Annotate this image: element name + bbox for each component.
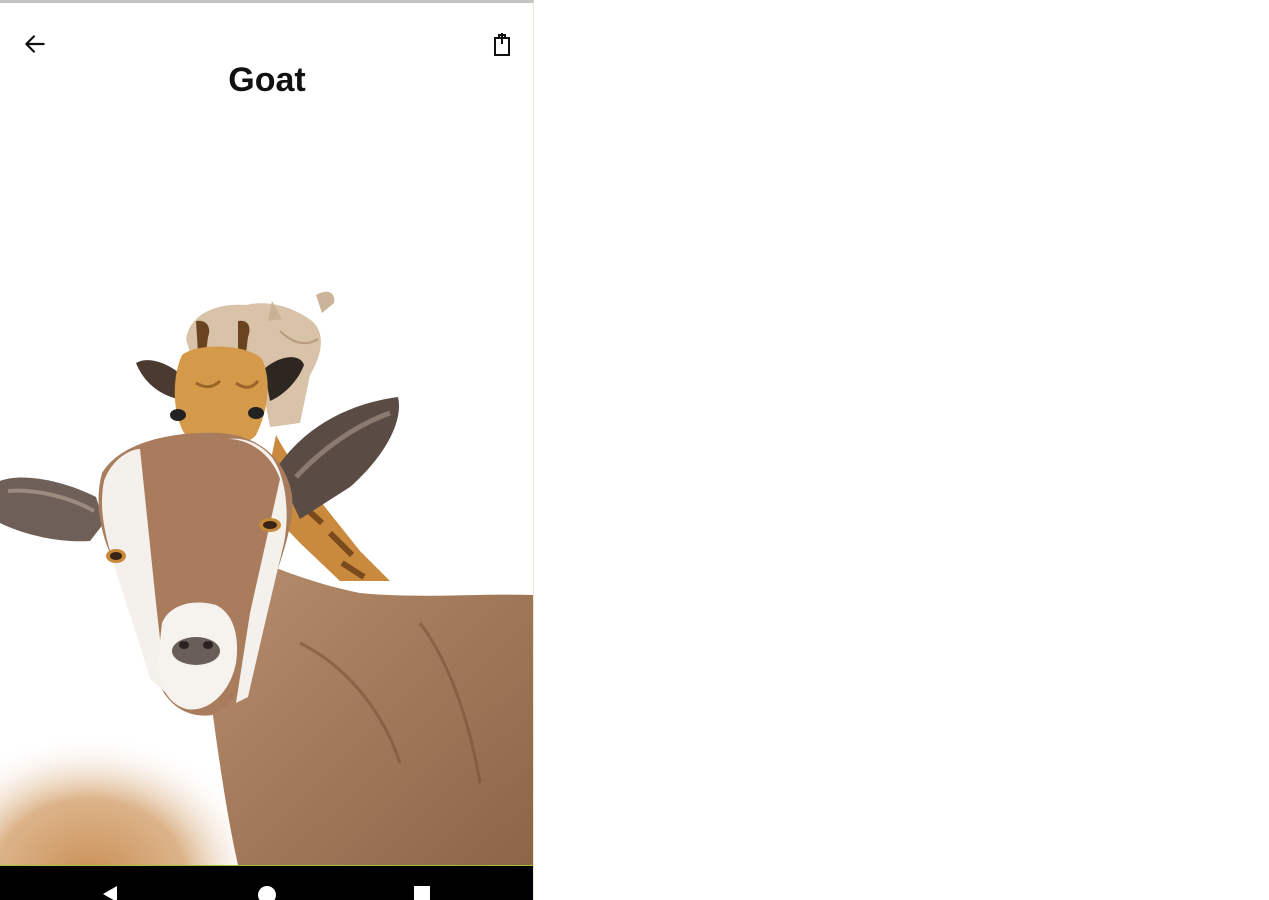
page-title: Goat: [228, 61, 306, 99]
system-navigation-bar: [0, 865, 533, 900]
nav-home-button[interactable]: [247, 884, 287, 900]
share-icon: [494, 33, 510, 56]
nav-back-icon: [103, 886, 117, 900]
arrow-left-icon: [25, 35, 45, 53]
nav-recents-icon: [414, 886, 430, 900]
nav-recents-button[interactable]: [402, 884, 442, 900]
app-screen: Goat: [0, 0, 534, 900]
animal-illustration: [0, 291, 533, 865]
nav-back-button[interactable]: [90, 884, 130, 900]
nav-home-icon: [258, 886, 276, 900]
share-button[interactable]: [485, 27, 519, 61]
back-button[interactable]: [18, 27, 52, 61]
